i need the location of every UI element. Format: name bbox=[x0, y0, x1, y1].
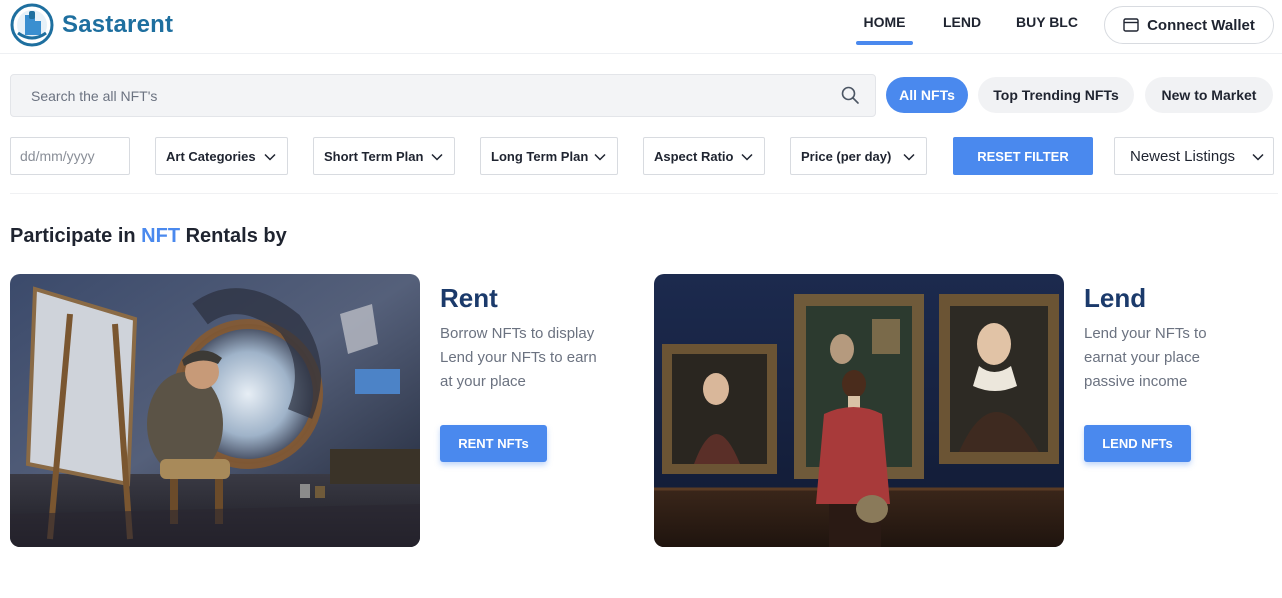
connect-wallet-button[interactable]: Connect Wallet bbox=[1104, 6, 1274, 44]
tab-new-to-market[interactable]: New to Market bbox=[1145, 77, 1273, 113]
search-icon[interactable] bbox=[840, 85, 860, 105]
dropdown-label: Long Term Plan bbox=[491, 148, 589, 164]
tab-all-nfts[interactable]: All NFTs bbox=[886, 77, 968, 113]
lend-desc-line: passive income bbox=[1084, 373, 1188, 390]
logo-icon bbox=[10, 3, 54, 47]
lend-artwork bbox=[654, 274, 1064, 547]
rent-description: Borrow NFTs to display Lend your NFTs to… bbox=[440, 322, 630, 394]
long-term-plan-dropdown[interactable]: Long Term Plan bbox=[480, 137, 618, 175]
section-title-suffix: Rentals by bbox=[180, 225, 287, 247]
chevron-down-icon bbox=[741, 153, 753, 161]
wallet-icon bbox=[1123, 18, 1139, 32]
tab-top-trending[interactable]: Top Trending NFTs bbox=[978, 77, 1134, 113]
short-term-plan-dropdown[interactable]: Short Term Plan bbox=[313, 137, 455, 175]
rent-desc-line: at your place bbox=[440, 373, 526, 390]
rent-nfts-button[interactable]: RENT NFTs bbox=[440, 425, 547, 462]
dropdown-label: Short Term Plan bbox=[324, 148, 424, 164]
lend-description: Lend your NFTs to earnat your place pass… bbox=[1084, 322, 1274, 394]
section-title-highlight: NFT bbox=[141, 225, 181, 247]
rent-title: Rent bbox=[440, 283, 498, 313]
date-input[interactable] bbox=[10, 137, 130, 175]
lend-title: Lend bbox=[1084, 283, 1147, 313]
rent-image bbox=[10, 274, 420, 547]
price-per-day-dropdown[interactable]: Price (per day) bbox=[790, 137, 927, 175]
rent-desc-line: Borrow NFTs to display bbox=[440, 325, 595, 342]
brand-name: Sastarent bbox=[62, 11, 174, 38]
lend-nfts-button[interactable]: LEND NFTs bbox=[1084, 425, 1191, 462]
connect-wallet-label: Connect Wallet bbox=[1147, 16, 1255, 34]
rent-desc-line: Lend your NFTs to earn bbox=[440, 349, 597, 366]
chevron-down-icon bbox=[1252, 153, 1264, 161]
section-title: Participate in NFT Rentals by bbox=[10, 225, 287, 248]
dropdown-label: Price (per day) bbox=[801, 148, 892, 164]
brand-logo[interactable]: Sastarent bbox=[10, 3, 173, 47]
search-bar bbox=[10, 74, 876, 117]
aspect-ratio-dropdown[interactable]: Aspect Ratio bbox=[643, 137, 765, 175]
search-input[interactable] bbox=[31, 75, 811, 116]
rent-artwork bbox=[10, 274, 420, 547]
top-header: Sastarent HOME LEND BUY BLC Connect Wall… bbox=[0, 0, 1282, 54]
chevron-down-icon bbox=[431, 153, 443, 161]
sort-label: Newest Listings bbox=[1130, 147, 1236, 165]
art-categories-dropdown[interactable]: Art Categories bbox=[155, 137, 288, 175]
nav-buy-blc[interactable]: BUY BLC bbox=[1016, 14, 1078, 30]
nav-active-indicator bbox=[856, 41, 913, 45]
chevron-down-icon bbox=[264, 153, 276, 161]
lend-image bbox=[654, 274, 1064, 547]
lend-desc-line: earnat your place bbox=[1084, 349, 1200, 366]
sort-dropdown[interactable]: Newest Listings bbox=[1114, 137, 1274, 175]
dropdown-label: Aspect Ratio bbox=[654, 148, 734, 164]
reset-filter-button[interactable]: RESET FILTER bbox=[953, 137, 1093, 175]
chevron-down-icon bbox=[594, 153, 606, 161]
nav-home[interactable]: HOME bbox=[856, 14, 913, 30]
section-title-prefix: Participate in bbox=[10, 225, 142, 247]
chevron-down-icon bbox=[903, 153, 915, 161]
nav-lend[interactable]: LEND bbox=[943, 14, 981, 30]
lend-desc-line: Lend your NFTs to bbox=[1084, 325, 1207, 342]
dropdown-label: Art Categories bbox=[166, 148, 256, 164]
